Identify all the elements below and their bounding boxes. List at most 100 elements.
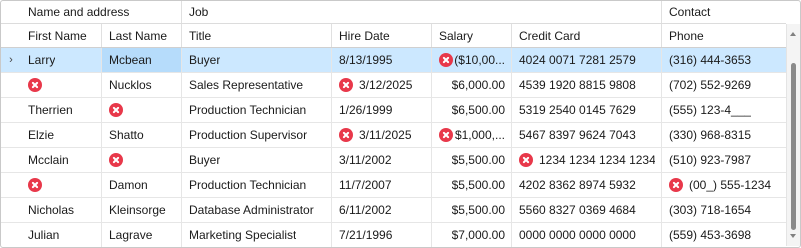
cell-last-name[interactable]: Nucklos [101, 73, 181, 97]
cell-last-name[interactable] [101, 98, 181, 122]
cell-text: 6/11/2002 [339, 203, 392, 217]
cell-last-name[interactable]: Mcbean [101, 48, 181, 72]
column-header-last-name[interactable]: Last Name [101, 24, 181, 47]
cell-first-name[interactable]: Therrien [21, 98, 101, 122]
row-indicator[interactable] [1, 198, 21, 222]
cell-text: $5,500.00 [451, 203, 505, 217]
cell-text: Julian [28, 228, 60, 242]
cell-phone[interactable]: (303) 718-1654 [661, 198, 786, 222]
cell-credit-card[interactable]: 1234 1234 1234 1234 [511, 148, 661, 172]
cell-salary[interactable]: ($10,00... [431, 48, 511, 72]
column-header-phone[interactable]: Phone [661, 24, 786, 47]
cell-last-name[interactable]: Damon [101, 173, 181, 197]
cell-title[interactable]: Buyer [181, 148, 331, 172]
row-indicator[interactable] [1, 123, 21, 147]
table-row[interactable]: Elzie Shatto Production Supervisor 3/11/202… [1, 123, 786, 148]
cell-hire-date[interactable]: 8/13/1995 [331, 48, 431, 72]
cell-salary[interactable]: $5,500.00 [431, 173, 511, 197]
row-indicator[interactable] [1, 173, 21, 197]
cell-text: 5319 2540 0145 7629 [519, 103, 636, 117]
row-indicator[interactable] [1, 73, 21, 97]
cell-text: $1,000,... [454, 128, 505, 142]
column-header-first-name[interactable]: First Name [21, 24, 101, 47]
vertical-scrollbar[interactable] [786, 24, 800, 246]
cell-text: Therrien [28, 103, 73, 117]
table-row[interactable]: Julian Lagrave Marketing Specialist 7/21/19… [1, 223, 786, 247]
cell-first-name[interactable]: Mcclain [21, 148, 101, 172]
cell-hire-date[interactable]: 6/11/2002 [331, 198, 431, 222]
scroll-down-arrow-icon[interactable] [790, 234, 796, 238]
cell-phone[interactable]: (330) 968-8315 [661, 123, 786, 147]
cell-credit-card[interactable]: 4024 0071 7281 2579 [511, 48, 661, 72]
cell-phone[interactable]: (702) 552-9269 [661, 73, 786, 97]
cell-phone[interactable]: (00_) 555-1234 [661, 173, 786, 197]
cell-last-name[interactable]: Lagrave [101, 223, 181, 247]
cell-hire-date[interactable]: 3/11/2025 [331, 123, 431, 147]
row-indicator[interactable] [1, 148, 21, 172]
cell-title[interactable]: Database Administrator [181, 198, 331, 222]
cell-credit-card[interactable]: 0000 0000 0000 0000 [511, 223, 661, 247]
cell-text: Production Technician [189, 178, 307, 192]
cell-title[interactable]: Marketing Specialist [181, 223, 331, 247]
cell-salary[interactable]: $5,500.00 [431, 148, 511, 172]
cell-salary[interactable]: $1,000,... [431, 123, 511, 147]
cell-first-name[interactable]: Elzie [21, 123, 101, 147]
table-row[interactable]: Damon Production Technician 11/7/2007 $5,50… [1, 173, 786, 198]
cell-last-name[interactable]: Kleinsorge [101, 198, 181, 222]
cell-last-name[interactable] [101, 148, 181, 172]
band-contact[interactable]: Contact [661, 1, 786, 23]
cell-text: ($10,00... [454, 53, 505, 67]
cell-first-name[interactable]: Larry [21, 48, 101, 72]
cell-salary[interactable]: $6,000.00 [431, 73, 511, 97]
table-row[interactable]: Nucklos Sales Representative 3/12/2025 $6,0… [1, 73, 786, 98]
cell-text: Nucklos [109, 78, 152, 92]
cell-salary[interactable]: $6,500.00 [431, 98, 511, 122]
cell-hire-date[interactable]: 11/7/2007 [331, 173, 431, 197]
column-header-hire-date[interactable]: Hire Date [331, 24, 431, 47]
row-indicator-chevron-icon[interactable]: › [1, 48, 21, 72]
cell-title[interactable]: Production Supervisor [181, 123, 331, 147]
cell-title[interactable]: Production Technician [181, 173, 331, 197]
cell-phone[interactable]: (559) 453-3698 [661, 223, 786, 247]
cell-phone[interactable]: (555) 123-4___ [661, 98, 786, 122]
scrollbar-thumb[interactable] [791, 63, 796, 230]
cell-credit-card[interactable]: 5319 2540 0145 7629 [511, 98, 661, 122]
table-row[interactable]: › Larry Mcbean Buyer 8/13/1995 ($10,00... 4024… [1, 48, 786, 73]
cell-title[interactable]: Buyer [181, 48, 331, 72]
cell-title[interactable]: Sales Representative [181, 73, 331, 97]
column-header-title[interactable]: Title [181, 24, 331, 47]
cell-hire-date[interactable]: 7/21/1996 [331, 223, 431, 247]
cell-last-name[interactable]: Shatto [101, 123, 181, 147]
cell-title[interactable]: Production Technician [181, 98, 331, 122]
cell-first-name[interactable] [21, 73, 101, 97]
data-grid[interactable]: Name and address Job Contact First Name … [0, 0, 801, 248]
scroll-up-arrow-icon[interactable] [790, 32, 796, 36]
band-header-row: Name and address Job Contact [1, 1, 786, 24]
table-row[interactable]: Mcclain Buyer 3/11/2002 $5,500.00 1234 1234 … [1, 148, 786, 173]
cell-text: (316) 444-3653 [669, 53, 752, 67]
cell-phone[interactable]: (316) 444-3653 [661, 48, 786, 72]
cell-credit-card[interactable]: 5467 8397 9624 7043 [511, 123, 661, 147]
band-job[interactable]: Job [181, 1, 661, 23]
column-header-credit-card[interactable]: Credit Card [511, 24, 661, 47]
cell-salary[interactable]: $5,500.00 [431, 198, 511, 222]
table-row[interactable]: Therrien Production Technician 1/26/1999 $6… [1, 98, 786, 123]
cell-hire-date[interactable]: 1/26/1999 [331, 98, 431, 122]
cell-credit-card[interactable]: 4202 8362 8974 5932 [511, 173, 661, 197]
cell-credit-card[interactable]: 5560 8327 0369 4684 [511, 198, 661, 222]
cell-first-name[interactable] [21, 173, 101, 197]
row-indicator[interactable] [1, 98, 21, 122]
cell-hire-date[interactable]: 3/12/2025 [331, 73, 431, 97]
column-label: Last Name [109, 28, 168, 43]
cell-text: Production Technician [189, 103, 307, 117]
row-indicator[interactable] [1, 223, 21, 247]
cell-first-name[interactable]: Nicholas [21, 198, 101, 222]
table-row[interactable]: Nicholas Kleinsorge Database Administrator… [1, 198, 786, 223]
cell-hire-date[interactable]: 3/11/2002 [331, 148, 431, 172]
cell-phone[interactable]: (510) 923-7987 [661, 148, 786, 172]
cell-salary[interactable]: $7,000.00 [431, 223, 511, 247]
column-header-salary[interactable]: Salary [431, 24, 511, 47]
cell-first-name[interactable]: Julian [21, 223, 101, 247]
cell-credit-card[interactable]: 4539 1920 8815 9808 [511, 73, 661, 97]
band-name-and-address[interactable]: Name and address [21, 1, 181, 23]
